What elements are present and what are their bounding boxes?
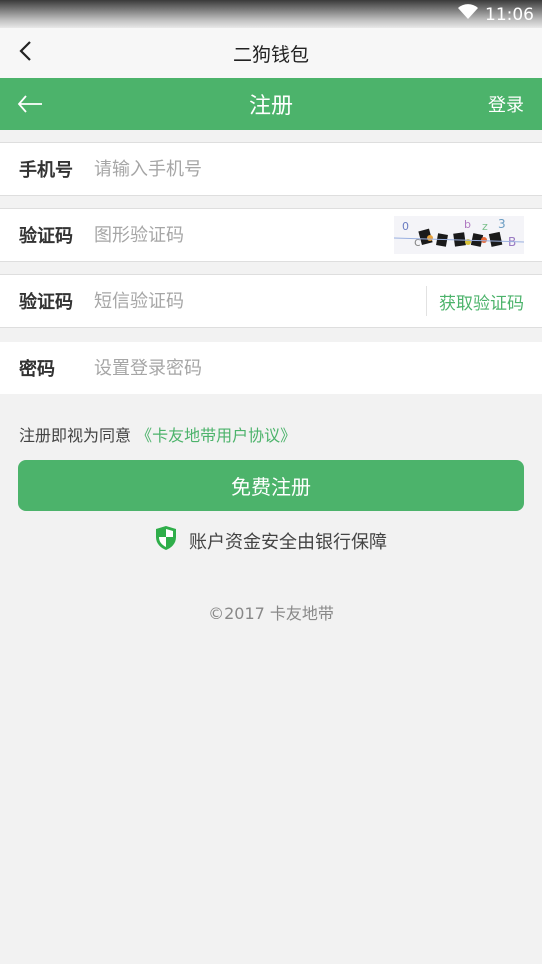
status-bar: 11:06 [0,0,542,28]
status-time: 11:06 [485,4,534,25]
agreement-prefix: 注册即视为同意 [19,426,132,445]
page-title: 注册 [248,94,293,119]
phone-label: 手机号 [19,160,73,181]
svg-text:c: c [414,235,421,249]
chevron-left-icon [18,40,32,66]
phone-row: 手机号 [0,142,542,196]
status-right: 11:06 [457,4,534,25]
svg-text:3: 3 [498,217,506,231]
password-input[interactable] [94,348,542,388]
svg-text:0: 0 [402,220,409,233]
password-label: 密码 [19,359,55,380]
phone-input[interactable] [94,149,542,189]
copyright: ©2017 卡友地带 [208,604,334,623]
get-code-button[interactable]: 获取验证码 [426,286,524,316]
register-button[interactable]: 免费注册 [18,460,524,511]
app-title: 二狗钱包 [232,43,309,66]
agreement-link[interactable]: 《卡友地带用户协议》 [136,426,296,445]
security-note: 账户资金安全由银行保障 [0,525,542,556]
page-header: 注册 登录 [0,78,542,130]
back-button[interactable] [14,40,36,66]
svg-text:b: b [464,218,471,231]
sms-row: 验证码 获取验证码 [0,274,542,328]
title-bar: 二狗钱包 [0,28,542,78]
captcha-row: 验证码 0 c b z 3 B [0,208,542,262]
security-text: 账户资金安全由银行保障 [189,531,387,553]
login-link[interactable]: 登录 [488,91,524,117]
agreement-text: 注册即视为同意 《卡友地带用户协议》 [19,422,542,446]
sms-code-input[interactable] [94,281,426,321]
arrow-left-icon [16,95,44,120]
shield-check-icon [155,525,177,556]
captcha-input[interactable] [94,215,394,255]
captcha-image[interactable]: 0 c b z 3 B [393,216,525,254]
header-back-button[interactable] [16,92,44,116]
svg-text:z: z [482,220,488,233]
sms-label: 验证码 [19,292,73,313]
password-row: 密码 [0,342,542,394]
wifi-icon [457,4,479,25]
captcha-label: 验证码 [19,226,73,247]
